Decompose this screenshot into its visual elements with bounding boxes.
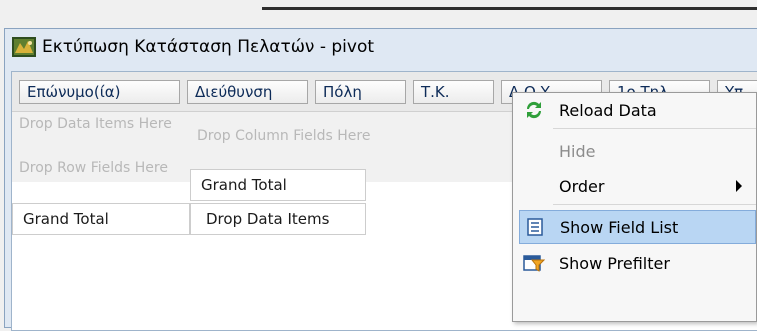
field-list-icon bbox=[524, 216, 546, 238]
menu-item-reload-data[interactable]: Reload Data bbox=[513, 93, 756, 127]
desktop-strip bbox=[0, 0, 757, 28]
prefilter-icon bbox=[523, 252, 545, 274]
field-button-lastname[interactable]: Επώνυμο(ία) bbox=[19, 80, 180, 104]
app-icon bbox=[12, 37, 36, 57]
menu-label-hide: Hide bbox=[559, 141, 596, 161]
title-bar[interactable]: Εκτύπωση Κατάσταση Πελατών - pivot bbox=[5, 29, 757, 65]
window-title: Εκτύπωση Κατάσταση Πελατών - pivot bbox=[42, 37, 375, 57]
menu-item-show-prefilter[interactable]: Show Prefilter bbox=[513, 246, 756, 280]
context-menu: Reload Data Hide Order Show Field List S… bbox=[512, 92, 757, 322]
drop-row-fields-zone[interactable]: Drop Row Fields Here bbox=[19, 160, 179, 176]
menu-separator bbox=[553, 128, 756, 129]
menu-label-show-prefilter: Show Prefilter bbox=[559, 253, 670, 273]
menu-label-reload: Reload Data bbox=[559, 100, 657, 120]
chevron-right-icon bbox=[736, 180, 742, 192]
reload-icon bbox=[523, 99, 545, 121]
menu-item-hide[interactable]: Hide bbox=[513, 134, 756, 168]
grand-total-row-header[interactable]: Grand Total bbox=[12, 203, 190, 235]
field-button-address[interactable]: Διεύθυνση bbox=[187, 80, 308, 104]
drop-data-items-zone[interactable]: Drop Data Items Here bbox=[19, 116, 179, 132]
drop-data-items-cell[interactable]: Drop Data Items bbox=[190, 203, 366, 235]
grand-total-column-header[interactable]: Grand Total bbox=[190, 169, 366, 201]
field-button-postal-code[interactable]: Τ.Κ. bbox=[413, 80, 494, 104]
menu-item-show-field-list[interactable]: Show Field List bbox=[519, 210, 756, 244]
top-divider bbox=[262, 7, 757, 10]
menu-label-order: Order bbox=[559, 176, 605, 196]
menu-label-show-field-list: Show Field List bbox=[560, 217, 679, 237]
drop-column-fields-zone[interactable]: Drop Column Fields Here bbox=[197, 128, 447, 144]
field-button-city[interactable]: Πόλη bbox=[315, 80, 406, 104]
menu-separator bbox=[553, 204, 756, 205]
menu-item-order[interactable]: Order bbox=[513, 169, 756, 203]
